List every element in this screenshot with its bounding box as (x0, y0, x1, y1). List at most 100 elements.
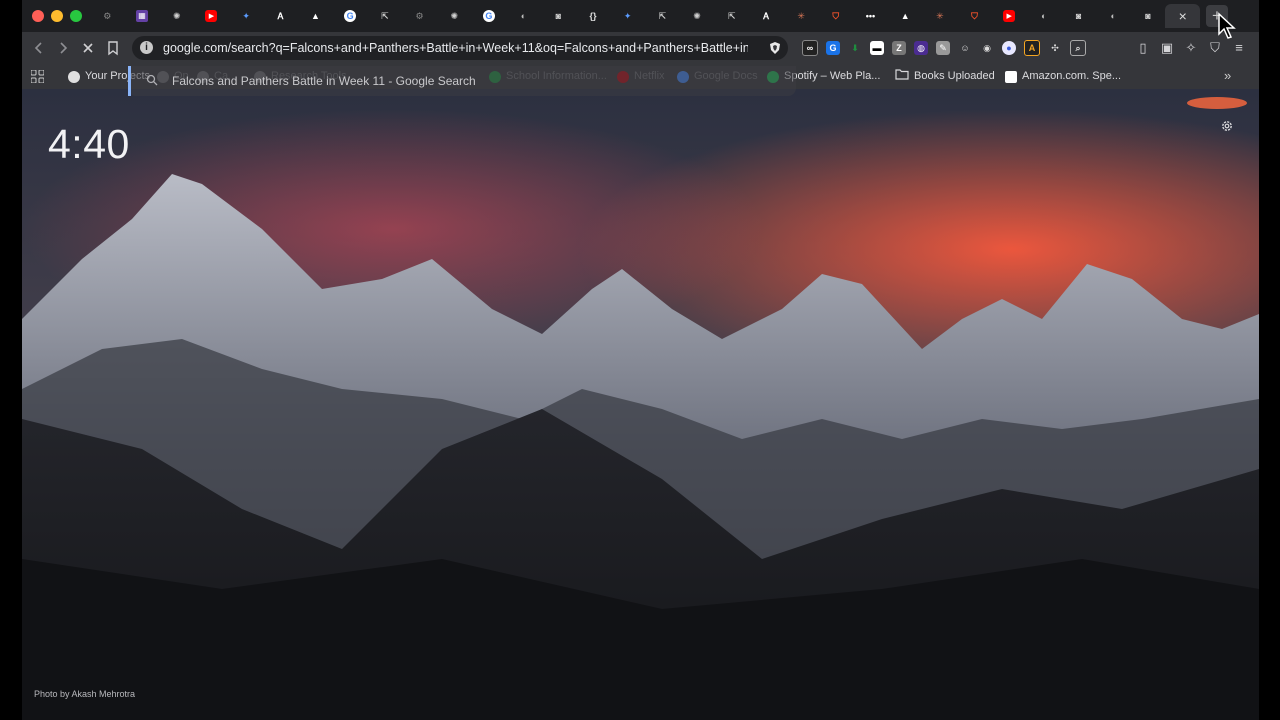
generic-icon: ⚙ (415, 10, 424, 21)
tab-13[interactable]: ◙ (541, 4, 576, 28)
toolbar: i google.com/search?q=Falcons+and+Panthe… (22, 32, 1259, 64)
close-icon (83, 43, 93, 53)
stop-loading-button[interactable] (79, 39, 97, 57)
sidebar-icon[interactable]: ▯ (1136, 41, 1150, 55)
search-extension-icon[interactable]: ⌕ (1070, 40, 1086, 56)
info-icon[interactable]: i (140, 41, 153, 54)
tab-15[interactable]: ✦ (610, 4, 645, 28)
tab-14[interactable]: {} (576, 4, 611, 28)
glasses-extension-icon[interactable]: ∞ (802, 40, 818, 56)
bookmarks-overflow-button[interactable]: » (1224, 68, 1231, 83)
tab-21[interactable]: ⛉ (818, 4, 853, 28)
leo-ai-icon[interactable]: ✧ (1184, 41, 1198, 55)
toolbar-right: ▯ ▣ ✧ ⛉ ≡ (1136, 40, 1246, 56)
tab-23[interactable]: ▲ (888, 4, 923, 28)
tab-12[interactable]: ◐ (506, 4, 541, 28)
keyboard-extension-icon[interactable]: ▬ (870, 41, 884, 55)
bookmark-label: Amazon.com. Spe... (1022, 70, 1122, 82)
tab-list: ⚙ ▦ ✺ ▶ ✦ Ꭺ ▲ G ⇱ ⚙ ✺ G ◐ ◙ {} ✦ ⇱ ✺ ⇱ Ꭺ ✳ ⛉ ••• ▲ ✳ ⛉ ▶ ◐ ◙ ◐ ◙ × (90, 4, 1200, 28)
tab-9[interactable]: ⚙ (402, 4, 437, 28)
vpn-shield-icon[interactable]: ⛉ (1208, 41, 1222, 55)
gemini-icon: ✦ (242, 10, 250, 21)
note-extension-icon[interactable]: ✎ (936, 41, 950, 55)
twitch-icon: ▦ (136, 10, 149, 22)
tab-17[interactable]: ✺ (680, 4, 715, 28)
tab-strip: ⚙ ▦ ✺ ▶ ✦ Ꭺ ▲ G ⇱ ⚙ ✺ G ◐ ◙{} ✦ ⇱ ✺ ⇱ Ꭺ ✳ ⛉ ••• ▲ ✳ ⛉ ▶ ◐ ◙ ◐ ◙ × + (22, 0, 1259, 32)
browser-window: ⚙ ▦ ✺ ▶ ✦ Ꭺ ▲ G ⇱ ⚙ ✺ G ◐ ◙{} ✦ ⇱ ✺ ⇱ Ꭺ ✳ ⛉ ••• ▲ ✳ ⛉ ▶ ◐ ◙ ◐ ◙ × + i … (22, 0, 1259, 720)
tab-18[interactable]: ⇱ (714, 4, 749, 28)
web-extension-icon[interactable]: ◍ (914, 41, 928, 55)
tab-19[interactable]: Ꭺ (749, 4, 784, 28)
tab-16[interactable]: ⇱ (645, 4, 680, 28)
bookmark-icon (108, 41, 118, 56)
tab-22[interactable]: ••• (853, 4, 888, 28)
openai-icon: ✺ (450, 10, 458, 21)
suggestion-text: Falcons and Panthers Battle in Week 11 -… (172, 74, 476, 88)
tab-28[interactable]: ◙ (1061, 4, 1096, 28)
tab-5[interactable]: Ꭺ (263, 4, 298, 28)
brave-icon: ⛉ (971, 10, 978, 21)
window-maximize-button[interactable] (70, 10, 82, 22)
tab-1[interactable]: ▦ (125, 4, 160, 28)
bookmark-button[interactable] (104, 39, 122, 57)
ai-icon: Ꭺ (763, 10, 770, 21)
tab-0[interactable]: ⚙ (90, 4, 125, 28)
robot-extension-icon[interactable]: ☺ (958, 41, 972, 55)
tab-24[interactable]: ✳ (923, 4, 958, 28)
tab-2[interactable]: ✺ (159, 4, 194, 28)
braces-icon: {} (589, 10, 597, 21)
export-icon: ⇱ (381, 10, 389, 21)
triangle-icon: ▲ (311, 10, 320, 21)
tab-26[interactable]: ▶ (992, 4, 1027, 28)
tab-30[interactable]: ◙ (1131, 4, 1166, 28)
tab-27[interactable]: ◐ (1027, 4, 1062, 28)
extension-icons: ∞ G ⬇ ▬ Z ◍ ✎ ☺ ◉ ● A ✣ ⌕ (802, 40, 1086, 56)
brave-shield-icon[interactable] (768, 41, 782, 55)
close-icon[interactable]: × (1177, 9, 1189, 23)
tab-20[interactable]: ✳ (784, 4, 819, 28)
z-extension-icon[interactable]: Z (892, 41, 906, 55)
gear-icon[interactable] (1220, 119, 1234, 133)
tab-11[interactable]: G (472, 4, 507, 28)
puzzle-icon[interactable]: ✣ (1048, 41, 1062, 55)
google-icon: G (344, 10, 357, 22)
back-button[interactable] (30, 39, 48, 57)
url-text[interactable]: google.com/search?q=Falcons+and+Panthers… (163, 36, 748, 60)
chevron-right-icon (60, 42, 68, 54)
youtube-icon: ▶ (205, 10, 218, 22)
bookmark-favicon-icon (68, 70, 80, 83)
window-close-button[interactable] (32, 10, 44, 22)
translate-extension-icon[interactable]: G (826, 41, 840, 55)
tab-10[interactable]: ✺ (437, 4, 472, 28)
openai-icon: ✺ (693, 10, 701, 21)
tab-7[interactable]: G (333, 4, 368, 28)
a-extension-icon[interactable]: A (1024, 40, 1040, 56)
photo-credit[interactable]: Photo by Akash Mehrotra (34, 689, 135, 699)
forward-button[interactable] (54, 39, 72, 57)
address-bar[interactable]: i google.com/search?q=Falcons+and+Panthe… (132, 36, 788, 60)
mouse-cursor-icon (1218, 12, 1236, 39)
menu-icon[interactable]: ≡ (1232, 41, 1246, 55)
omnibox-suggestion[interactable]: Falcons and Panthers Battle in Week 11 -… (128, 66, 796, 96)
tab-31[interactable]: × (1165, 4, 1200, 28)
openai-icon: ✺ (172, 10, 181, 21)
tab-3[interactable]: ▶ (194, 4, 229, 28)
export-icon: ⇱ (658, 10, 667, 21)
camera-extension-icon[interactable]: ◉ (980, 41, 994, 55)
folder-icon (895, 68, 909, 85)
apps-grid-icon[interactable] (31, 70, 44, 83)
bookmark-item-8[interactable]: Books Uploaded (895, 69, 995, 84)
bookmark-item-9[interactable]: Amazon.com. Spe... (1005, 69, 1121, 84)
download-extension-icon[interactable]: ⬇ (848, 41, 862, 55)
youtube-icon: ▶ (1003, 10, 1016, 22)
tab-8[interactable]: ⇱ (368, 4, 403, 28)
window-minimize-button[interactable] (51, 10, 63, 22)
tab-29[interactable]: ◐ (1096, 4, 1131, 28)
circle-extension-icon[interactable]: ● (1002, 41, 1016, 55)
wallet-icon[interactable]: ▣ (1160, 41, 1174, 55)
triangle-icon: ▲ (900, 10, 910, 21)
tab-25[interactable]: ⛉ (957, 4, 992, 28)
tab-6[interactable]: ▲ (298, 4, 333, 28)
tab-4[interactable]: ✦ (229, 4, 264, 28)
globe-icon: ◐ (1041, 10, 1047, 21)
